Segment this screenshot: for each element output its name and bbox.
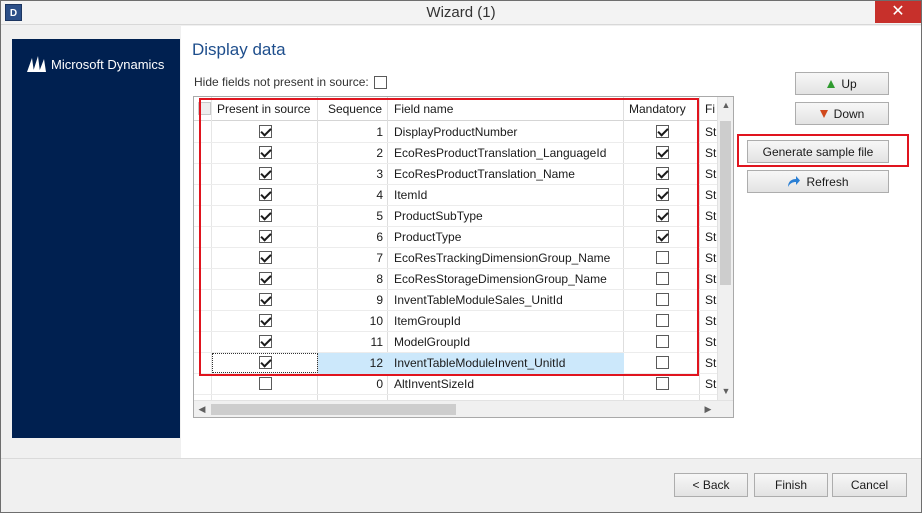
refresh-button[interactable]: Refresh: [747, 170, 889, 193]
sequence-cell[interactable]: 0: [318, 374, 388, 395]
highlight-box-grid: [199, 98, 699, 376]
back-button-label: < Back: [692, 478, 730, 492]
mandatory-cell: [624, 374, 700, 395]
up-button-label: Up: [841, 76, 857, 91]
dynamics-banner: Microsoft Dynamics: [12, 39, 180, 438]
refresh-button-label: Refresh: [806, 174, 849, 189]
title-bar: D Wizard (1) ✕: [1, 1, 921, 25]
scroll-down-icon[interactable]: ▼: [718, 383, 733, 399]
arrow-up-icon: [827, 79, 836, 88]
finish-button-label: Finish: [774, 478, 807, 492]
horizontal-scrollbar[interactable]: ◀ ▶: [194, 400, 733, 417]
highlight-box-generate: [737, 134, 909, 167]
present-cell: [212, 374, 318, 395]
refresh-icon: [788, 175, 801, 187]
horizontal-scroll-thumb[interactable]: [211, 404, 456, 415]
dynamics-logo-icon: [27, 56, 46, 72]
brand-logo: Microsoft Dynamics: [26, 55, 164, 73]
content-panel: Display data Hide fields not present in …: [181, 26, 921, 458]
cancel-button-label: Cancel: [850, 478, 889, 492]
hide-fields-label: Hide fields not present in source:: [194, 75, 369, 89]
vertical-scroll-thumb[interactable]: [720, 121, 731, 285]
field-name-cell[interactable]: AltInventSizeId: [388, 374, 624, 395]
cancel-button[interactable]: Cancel: [832, 473, 907, 497]
close-button[interactable]: ✕: [875, 1, 921, 23]
scroll-up-icon[interactable]: ▲: [718, 97, 733, 113]
present-in-source-checkbox[interactable]: [258, 377, 272, 391]
up-button[interactable]: Up: [795, 72, 889, 95]
finish-button[interactable]: Finish: [754, 473, 828, 497]
down-button-label: Down: [833, 106, 865, 121]
wizard-window: D Wizard (1) ✕ Microsoft Dynamics Displa…: [0, 0, 922, 513]
scroll-left-icon[interactable]: ◀: [194, 401, 210, 417]
table-row[interactable]: 0 AltInventSizeId St: [194, 374, 718, 395]
window-title: Wizard (1): [426, 4, 496, 21]
arrow-down-icon: [819, 109, 828, 118]
vertical-scrollbar[interactable]: ▲ ▼: [717, 97, 733, 401]
brand-name: Microsoft Dynamics: [51, 56, 165, 72]
footer-divider: [1, 458, 921, 459]
hide-fields-row: Hide fields not present in source:: [194, 75, 387, 89]
down-button[interactable]: Down: [795, 102, 889, 125]
hide-fields-checkbox[interactable]: [373, 75, 387, 89]
page-title: Display data: [192, 40, 286, 59]
mandatory-checkbox[interactable]: [655, 377, 669, 391]
scroll-right-icon[interactable]: ▶: [700, 401, 716, 417]
back-button[interactable]: < Back: [674, 473, 748, 497]
